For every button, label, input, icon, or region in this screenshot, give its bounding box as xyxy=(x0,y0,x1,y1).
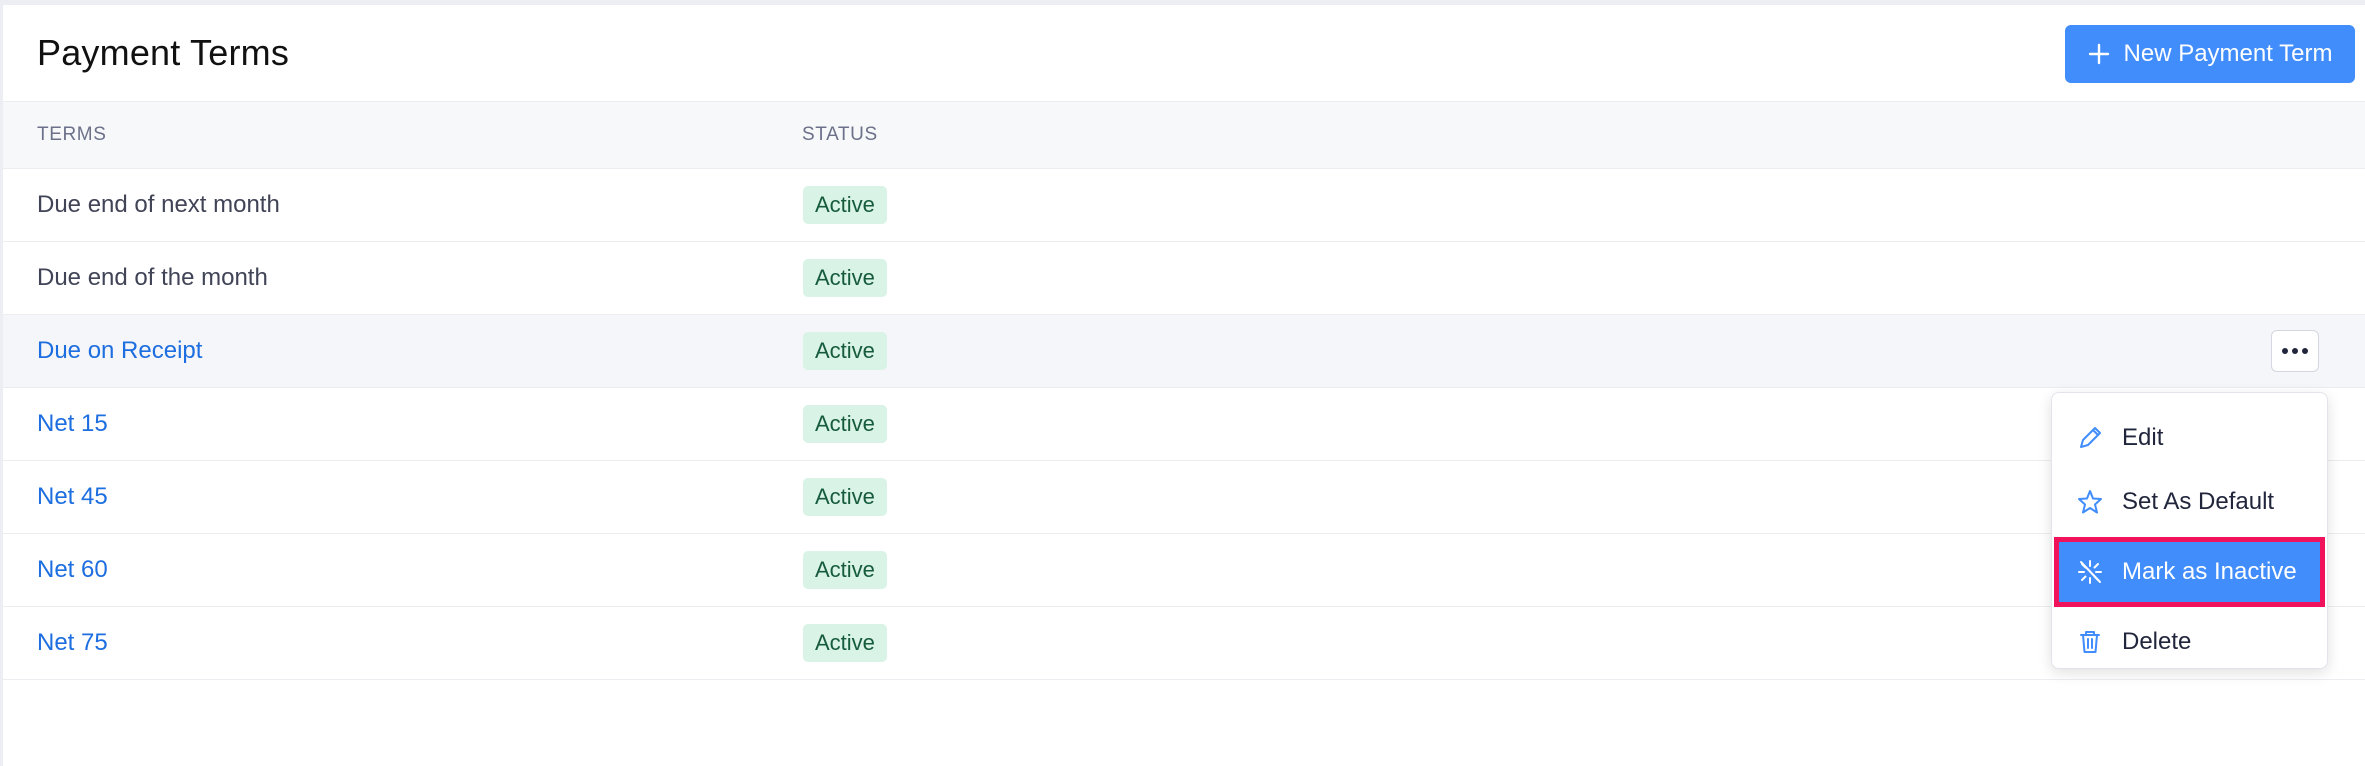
status-badge: Active xyxy=(803,624,887,662)
pencil-icon xyxy=(2080,427,2101,448)
term-name-link[interactable]: Net 45 xyxy=(37,483,108,511)
page-header: Payment Terms New Payment Term xyxy=(3,5,2365,101)
table-row[interactable]: Net 60 Active xyxy=(3,534,2365,607)
table-row[interactable]: Net 45 Active xyxy=(3,461,2365,534)
table-row[interactable]: Net 75 Active xyxy=(3,607,2365,680)
term-name-link[interactable]: Net 75 xyxy=(37,629,108,657)
term-name-link[interactable]: Net 15 xyxy=(37,410,108,438)
status-badge: Active xyxy=(803,186,887,224)
table-header: TERMS STATUS xyxy=(3,101,2365,169)
table-row[interactable]: Due on Receipt Active xyxy=(3,315,2365,388)
menu-item-set-as-default[interactable]: Set As Default xyxy=(2052,471,2327,533)
table-row[interactable]: Due end of the month Active xyxy=(3,242,2365,315)
column-header-terms: TERMS xyxy=(37,124,107,145)
menu-item-label: Delete xyxy=(2122,628,2192,655)
status-badge: Active xyxy=(803,332,887,370)
star-icon xyxy=(2078,490,2102,514)
menu-item-mark-as-inactive[interactable]: Mark as Inactive xyxy=(2054,537,2325,607)
menu-item-label: Set As Default xyxy=(2122,488,2275,515)
table-row[interactable]: Due end of next month Active xyxy=(3,169,2365,242)
status-badge: Active xyxy=(803,478,887,516)
term-name: Due end of next month xyxy=(37,191,280,218)
row-actions-button[interactable] xyxy=(2271,330,2319,372)
menu-item-edit[interactable]: Edit xyxy=(2052,407,2327,469)
inactive-icon xyxy=(2078,560,2102,584)
term-name-link[interactable]: Due on Receipt xyxy=(37,337,202,365)
payment-terms-page: Payment Terms New Payment Term TERMS STA… xyxy=(0,0,2365,766)
new-payment-term-button[interactable]: New Payment Term xyxy=(2065,25,2355,83)
table-row[interactable]: Net 15 Active xyxy=(3,388,2365,461)
trash-icon xyxy=(2080,631,2100,653)
status-badge: Active xyxy=(803,259,887,297)
menu-item-delete[interactable]: Delete xyxy=(2052,611,2327,673)
more-horizontal-icon xyxy=(2282,348,2308,354)
page-title: Payment Terms xyxy=(37,32,290,73)
column-header-status: STATUS xyxy=(802,124,878,145)
menu-item-label: Edit xyxy=(2122,424,2164,451)
menu-item-label: Mark as Inactive xyxy=(2122,558,2297,585)
new-payment-term-label: New Payment Term xyxy=(2123,40,2333,67)
status-badge: Active xyxy=(803,405,887,443)
plus-icon xyxy=(2088,43,2109,65)
term-name-link[interactable]: Net 60 xyxy=(37,556,108,584)
term-name: Due end of the month xyxy=(37,264,268,291)
row-actions-menu: Edit Set As Default Mark as Inactive Del… xyxy=(2051,392,2328,669)
status-badge: Active xyxy=(803,551,887,589)
